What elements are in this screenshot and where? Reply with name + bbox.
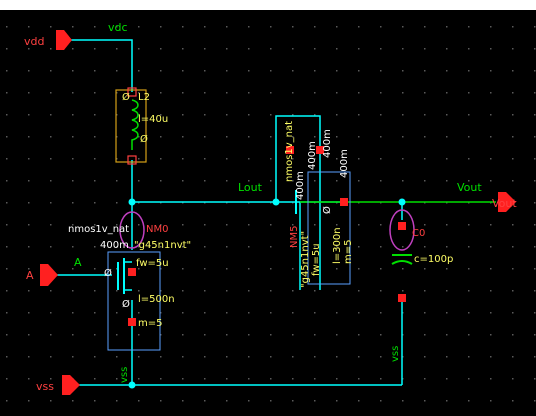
nm5-cell-name: nmos1v_nat [284, 121, 295, 182]
nm0-l: l=500n [138, 294, 175, 305]
nm5-m: m=5 [343, 240, 354, 264]
c0-value: c=100p [414, 254, 453, 265]
nm5-model: "g45n1nvt" [300, 231, 311, 288]
pin-a-label: A [26, 269, 34, 282]
c0-pin-bottom [398, 294, 406, 302]
nm5-w4: 400m [339, 149, 350, 178]
nm0-inst-name: NM0 [146, 224, 168, 235]
inductor-name: L2 [138, 92, 150, 103]
nm5-w1: 400m [295, 171, 306, 200]
grid-dots [0, 10, 536, 416]
nm5-l: l=300n [332, 227, 343, 264]
junction-nm5-left [272, 198, 280, 206]
net-lout-label: Lout [238, 181, 263, 194]
nm5-zero: Ø [321, 206, 333, 214]
net-vss-left-label: vss [119, 367, 130, 383]
net-vss-right-label: vss [390, 346, 401, 362]
nm0-zero-a: Ø [104, 267, 112, 279]
inductor-value: l=40u [138, 114, 168, 125]
junction-lout [128, 198, 136, 206]
inductor-param-a: Ø [122, 91, 130, 103]
pin-vout-label: Vout [492, 197, 517, 210]
inductor-param-b: Ø [140, 133, 148, 145]
nm0-cell-name: nmos1v_nat [68, 224, 129, 235]
nm5-fw: fw=5u [311, 243, 322, 276]
net-a-label: A [74, 256, 82, 269]
nm0-zero-b: Ø [122, 298, 130, 310]
nm5-w3: 400m [322, 129, 333, 158]
nm0-model: "g45n1nvt" [134, 240, 191, 251]
nm0-width: 400m [100, 240, 129, 251]
nm0-pin-2 [128, 318, 136, 326]
pin-vdd-label: vdd [24, 35, 44, 48]
schematic-svg: vdd A vss Vout vdc Lout A Vout vss vss L… [0, 10, 536, 416]
net-vout-label: Vout [457, 181, 482, 194]
nm0-fw: fw=5u [136, 258, 169, 269]
nm0-m: m=5 [138, 318, 162, 329]
nm5-inst-name: NM5 [289, 226, 300, 248]
schematic-canvas[interactable]: vdd A vss Vout vdc Lout A Vout vss vss L… [0, 0, 536, 416]
pin-vss-label: vss [36, 380, 54, 393]
nm5-w2: 400m [307, 141, 318, 170]
junction-vout [398, 198, 406, 206]
nm0-pin-1 [128, 268, 136, 276]
nm5-pin-3 [340, 198, 348, 206]
c0-name: C0 [412, 228, 425, 239]
c0-pin-top [398, 222, 406, 230]
net-vdc-label: vdc [108, 21, 128, 34]
